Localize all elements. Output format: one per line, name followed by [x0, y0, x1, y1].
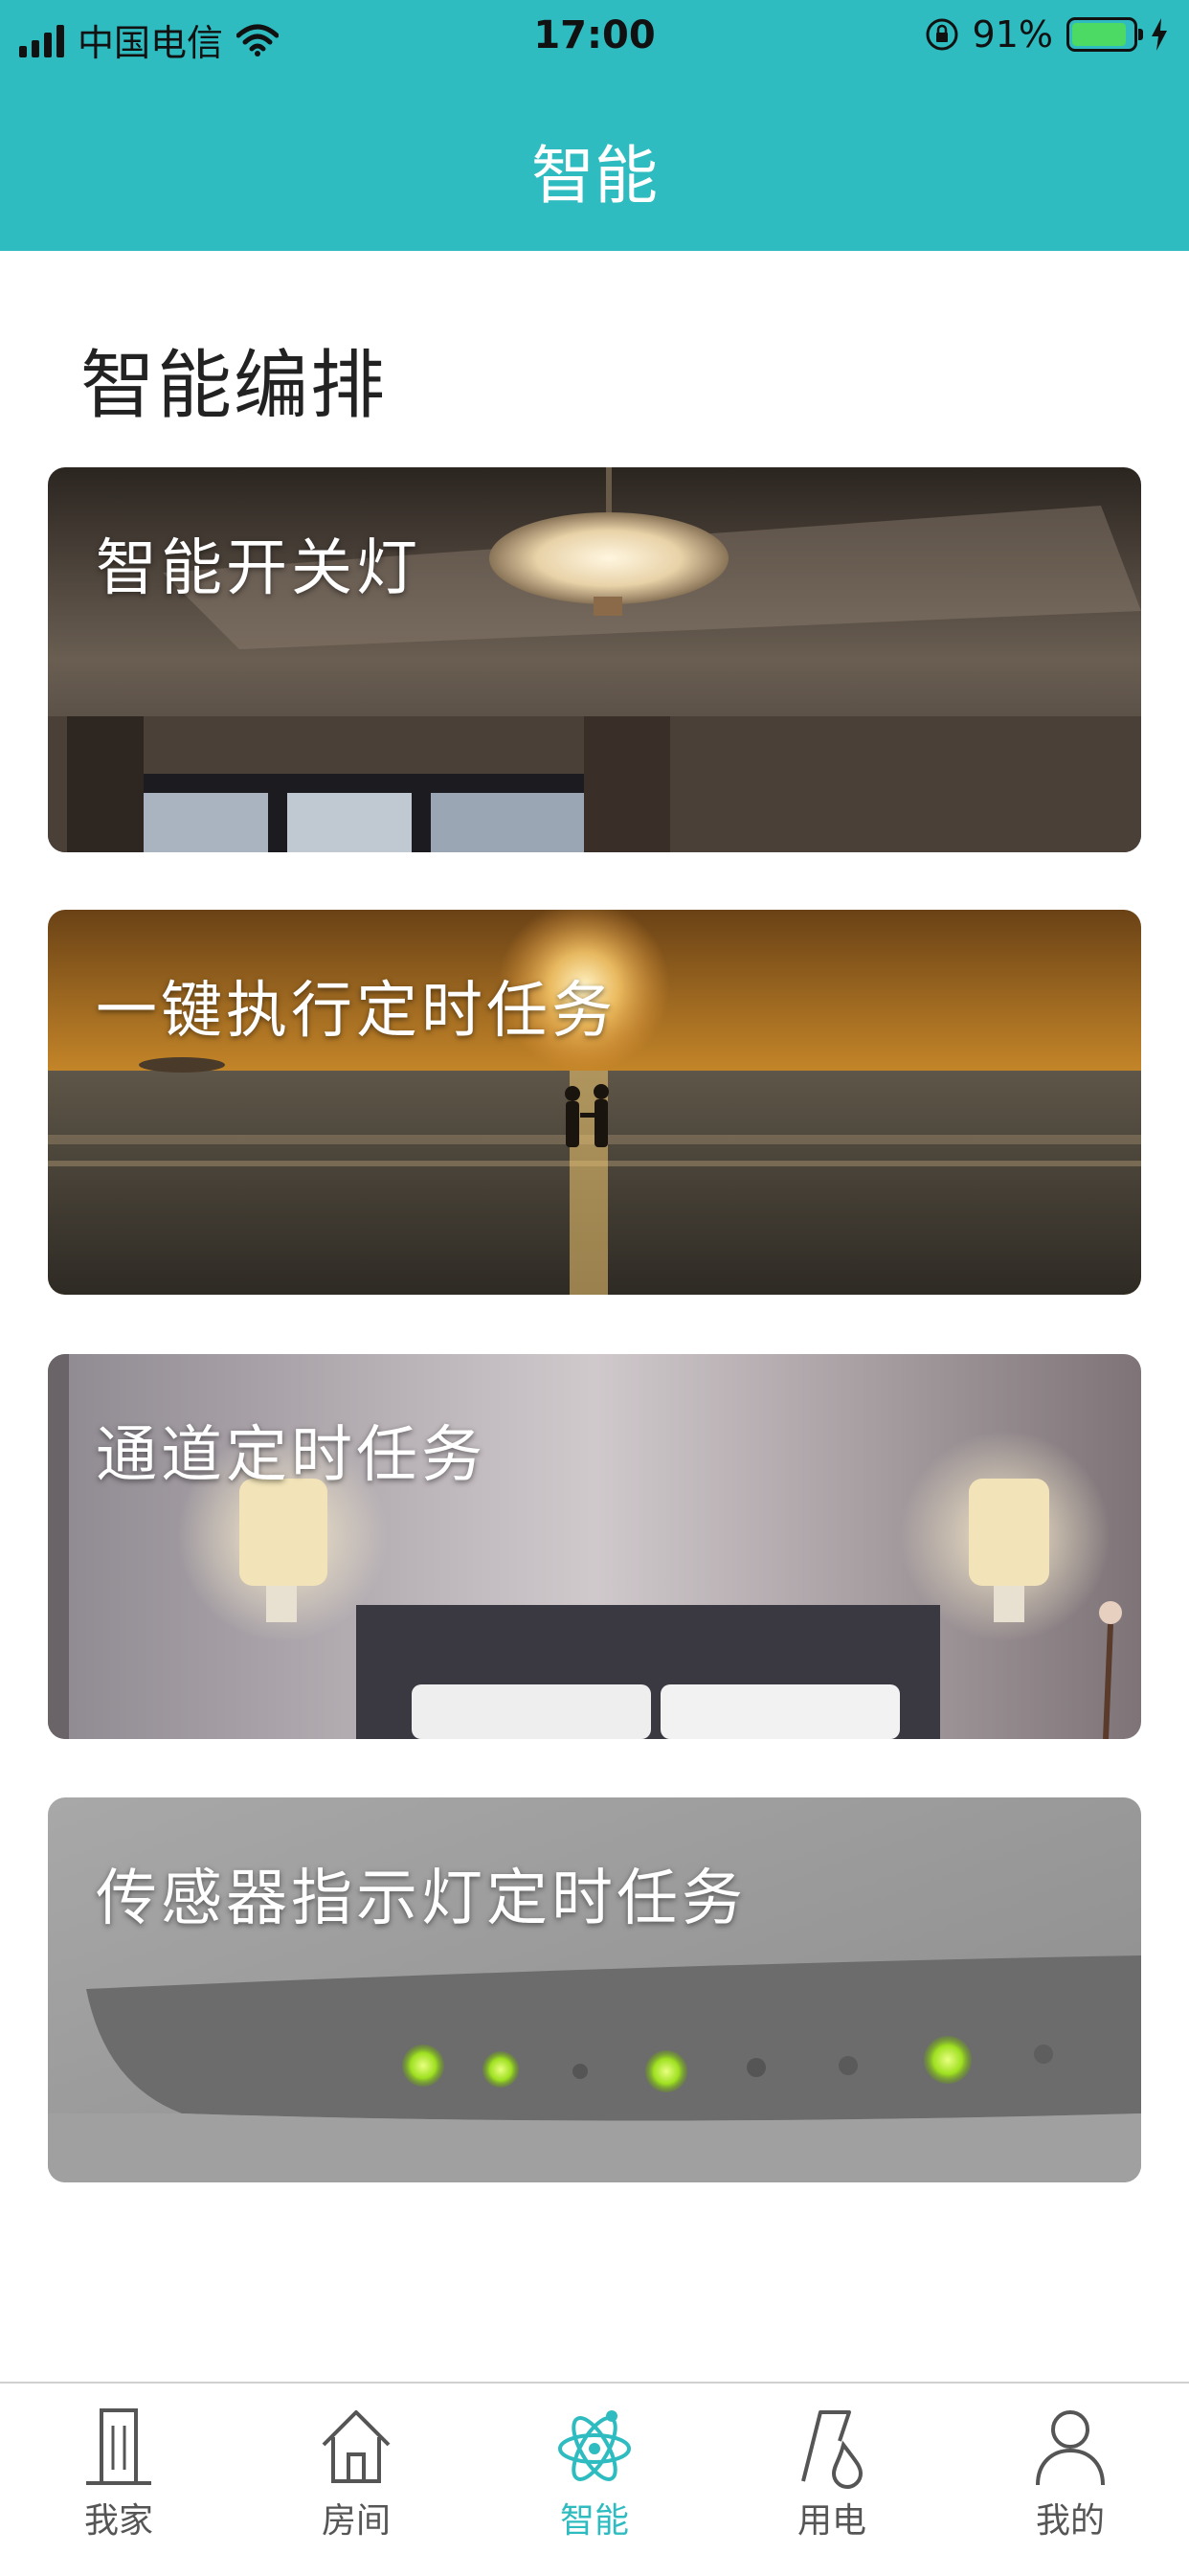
tab-bar: 我家 房间 智能 用电 我的 — [0, 2382, 1189, 2576]
scene-card-smart-light[interactable]: 智能开关灯 — [48, 467, 1141, 852]
charging-icon — [1152, 18, 1167, 51]
page-title: 智能 — [531, 139, 658, 213]
tab-rooms[interactable]: 房间 — [280, 2403, 433, 2542]
tab-label: 我家 — [83, 2501, 153, 2541]
house-icon — [322, 2410, 391, 2483]
atom-icon — [558, 2410, 631, 2481]
tab-label: 用电 — [796, 2501, 866, 2541]
card-label: 传感器指示灯定时任务 — [96, 1864, 747, 1934]
card-label: 通道定时任务 — [96, 1420, 486, 1491]
header-bar: 中国电信 17:00 91% 智能 — [0, 0, 1189, 251]
building-icon — [86, 2408, 151, 2485]
section-title: 智能编排 — [80, 343, 388, 429]
card-label: 智能开关灯 — [96, 533, 421, 604]
scene-card-run-timer[interactable]: 一键执行定时任务 — [48, 910, 1141, 1295]
tab-smart[interactable]: 智能 — [518, 2403, 671, 2542]
tab-power[interactable]: 用电 — [755, 2403, 909, 2542]
tab-mine[interactable]: 我的 — [994, 2403, 1147, 2542]
scene-card-sensor-timer[interactable]: 传感器指示灯定时任务 — [48, 1797, 1141, 2182]
scene-card-channel-timer[interactable]: 通道定时任务 — [48, 1354, 1141, 1739]
tab-my-home[interactable]: 我家 — [42, 2403, 195, 2542]
power-icon — [801, 2410, 864, 2489]
rotation-lock-icon — [926, 18, 958, 51]
status-bar: 中国电信 17:00 91% — [0, 0, 1189, 77]
card-label: 一键执行定时任务 — [96, 976, 617, 1047]
tab-label: 我的 — [1035, 2501, 1105, 2541]
person-icon — [1036, 2410, 1105, 2486]
tab-label: 智能 — [559, 2501, 629, 2541]
battery-percent: 91% — [972, 13, 1053, 56]
tab-label: 房间 — [321, 2501, 391, 2541]
battery-icon — [1066, 17, 1143, 52]
